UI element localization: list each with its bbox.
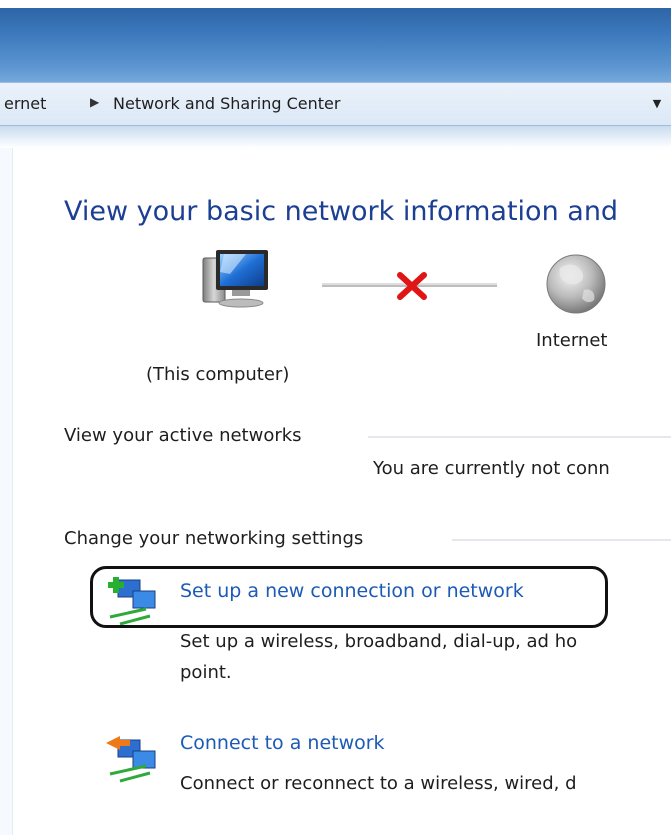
setup-new-connection-desc-cont: point. <box>180 662 232 683</box>
network-map <box>106 250 671 783</box>
highlight-outline <box>90 566 608 628</box>
internet-label: Internet <box>536 330 608 351</box>
active-networks-title: View your active networks <box>64 425 302 446</box>
settings-section-title: Change your networking settings <box>64 528 364 549</box>
computer-icon[interactable] <box>202 250 268 308</box>
this-computer-label: (This computer) <box>146 364 290 385</box>
setup-new-connection-desc: Set up a wireless, broadband, dial-up, a… <box>180 631 578 652</box>
connect-to-network-desc: Connect or reconnect to a wireless, wire… <box>180 773 577 794</box>
globe-icon[interactable] <box>546 254 606 314</box>
connect-to-network-link[interactable]: Connect to a network <box>180 732 385 754</box>
connect-network-icon[interactable] <box>106 736 156 783</box>
active-networks-status: You are currently not conn <box>373 458 610 479</box>
